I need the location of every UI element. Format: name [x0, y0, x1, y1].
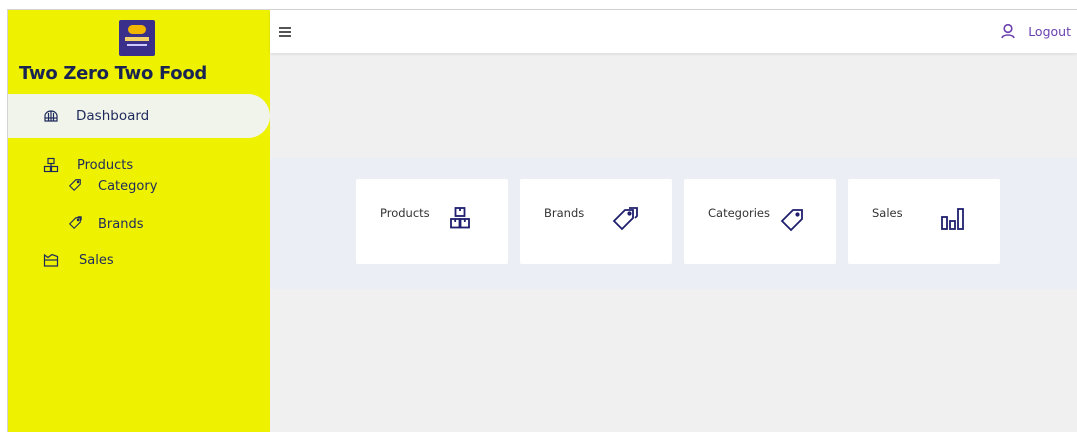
- hamburger-icon[interactable]: [279, 27, 291, 37]
- sidebar-item-label: Brands: [98, 216, 144, 232]
- card-sales[interactable]: Sales: [848, 179, 1000, 264]
- sidebar-item-label: Category: [98, 178, 158, 194]
- card-categories[interactable]: Categories: [684, 179, 836, 264]
- tag-icon: [779, 207, 805, 233]
- products-icon: [43, 157, 59, 173]
- sidebar-item-label: Dashboard: [76, 108, 150, 124]
- sales-icon: [43, 252, 59, 268]
- tag-icon: [68, 178, 84, 194]
- brand-logo: [119, 20, 155, 56]
- tag-icon: [68, 216, 84, 232]
- sidebar-item-dashboard[interactable]: Dashboard: [8, 94, 270, 138]
- summary-cards-band: Products Brands Categories Sales: [270, 158, 1077, 289]
- logout-button[interactable]: Logout: [1000, 23, 1071, 39]
- sidebar: Two Zero Two Food Dashboard Products Cat…: [8, 10, 270, 432]
- card-label: Sales: [872, 206, 903, 220]
- top-bar: Logout: [270, 10, 1077, 53]
- sidebar-item-brands[interactable]: Brands: [68, 216, 144, 232]
- card-label: Products: [380, 206, 430, 220]
- card-label: Categories: [708, 206, 770, 220]
- sidebar-item-category[interactable]: Category: [68, 178, 157, 194]
- sidebar-item-products[interactable]: Products: [43, 157, 133, 173]
- sidebar-item-sales[interactable]: Sales: [43, 252, 114, 268]
- boxes-icon: [450, 207, 470, 229]
- dashboard-icon: [43, 108, 59, 124]
- bar-chart-icon: [941, 208, 965, 230]
- user-icon: [1000, 23, 1016, 39]
- card-products[interactable]: Products: [356, 179, 508, 264]
- card-label: Brands: [544, 206, 585, 220]
- sidebar-item-label: Sales: [79, 252, 114, 268]
- tags-icon: [612, 207, 638, 233]
- app-window: Two Zero Two Food Dashboard Products Cat…: [7, 9, 1077, 432]
- sidebar-item-label: Products: [77, 157, 134, 173]
- brand-title: Two Zero Two Food: [19, 63, 207, 84]
- logout-label: Logout: [1028, 23, 1071, 39]
- card-brands[interactable]: Brands: [520, 179, 672, 264]
- main-content: Logout Products Brands Categories Sales: [270, 10, 1077, 432]
